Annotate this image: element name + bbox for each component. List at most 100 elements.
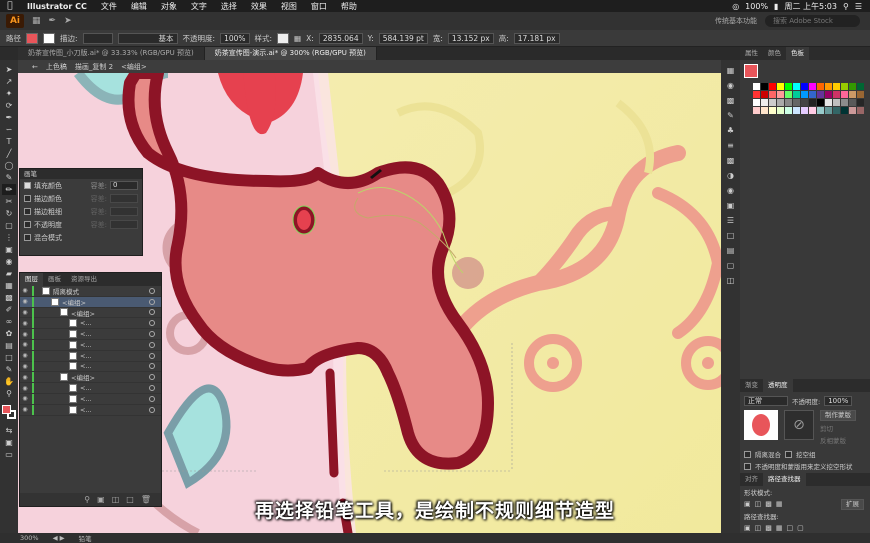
- swatch[interactable]: [833, 99, 840, 106]
- blend-mode-dropdown[interactable]: 正常: [744, 396, 788, 406]
- swatch[interactable]: [817, 83, 824, 90]
- swatch[interactable]: [849, 83, 856, 90]
- symbol-sprayer-tool-icon[interactable]: ✿: [2, 328, 16, 339]
- menu-list-icon[interactable]: ☰: [855, 2, 862, 11]
- swatch[interactable]: [801, 91, 808, 98]
- search-icon[interactable]: ⚲: [843, 2, 849, 11]
- opacity-mask-checkbox[interactable]: [744, 462, 751, 470]
- fill-box[interactable]: [2, 405, 11, 414]
- minus-back-icon[interactable]: ▢: [797, 524, 804, 532]
- divide-icon[interactable]: ▣: [744, 524, 751, 532]
- stock-search-input[interactable]: 搜索 Adobe Stock: [765, 15, 860, 27]
- menu-edit[interactable]: 编辑: [124, 1, 154, 12]
- target-circle-icon[interactable]: [149, 287, 155, 294]
- swatch[interactable]: [793, 99, 800, 106]
- layers-icon[interactable]: ☰: [727, 216, 734, 228]
- knockout-checkbox[interactable]: [785, 450, 792, 458]
- paintbrush-tool-icon[interactable]: ✎: [2, 172, 16, 183]
- x-field[interactable]: 2835.064: [318, 32, 363, 44]
- layer-row[interactable]: ◉ <...: [20, 339, 161, 351]
- layer-name[interactable]: <...: [80, 406, 149, 414]
- exclude-icon[interactable]: ▦: [776, 500, 783, 508]
- visibility-eye-icon[interactable]: ◉: [20, 320, 30, 327]
- layer-row[interactable]: ◉ <...: [20, 361, 161, 373]
- layer-row[interactable]: ◉ <...: [20, 383, 161, 394]
- clipping-mask-icon[interactable]: ▣: [97, 495, 105, 504]
- intersect-icon[interactable]: ▩: [765, 500, 772, 508]
- swatch[interactable]: [785, 83, 792, 90]
- layer-row[interactable]: ◉ <...: [20, 393, 161, 405]
- pen-tool-icon[interactable]: ✒: [2, 112, 16, 123]
- apple-icon[interactable]: : [0, 1, 20, 11]
- swatch[interactable]: [761, 91, 768, 98]
- screen-mode-icon[interactable]: ▭: [2, 449, 16, 460]
- breadcrumb-current[interactable]: <编组>: [121, 62, 147, 72]
- swatch[interactable]: [849, 91, 856, 98]
- swatch[interactable]: [809, 99, 816, 106]
- hand-tool-icon[interactable]: ✋: [2, 376, 16, 387]
- target-circle-icon[interactable]: [149, 331, 155, 338]
- fill-stroke-control[interactable]: [1, 404, 17, 424]
- swatch[interactable]: [801, 99, 808, 106]
- stroke-color-checkbox[interactable]: [24, 195, 31, 202]
- swatch[interactable]: [809, 107, 816, 114]
- line-tool-icon[interactable]: ╱: [2, 148, 16, 159]
- tab-properties[interactable]: 属性: [740, 47, 763, 60]
- height-field[interactable]: 17.181 px: [513, 32, 560, 44]
- send-icon[interactable]: ➤: [64, 16, 72, 26]
- magic-wand-tool-icon[interactable]: ✦: [2, 88, 16, 99]
- ellipse-tool-icon[interactable]: ◯: [2, 160, 16, 171]
- curvature-tool-icon[interactable]: ∽: [2, 124, 16, 135]
- crop-icon[interactable]: ▦: [776, 524, 783, 532]
- transform-icon[interactable]: ▢: [727, 261, 735, 273]
- back-arrow-icon[interactable]: ←: [32, 63, 38, 71]
- menu-view[interactable]: 视图: [274, 1, 304, 12]
- opacity-tolerance-field[interactable]: [110, 220, 138, 229]
- visibility-eye-icon[interactable]: ◉: [20, 406, 30, 413]
- swatches-icon[interactable]: ▩: [727, 96, 735, 108]
- visibility-eye-icon[interactable]: ◉: [20, 374, 30, 381]
- target-circle-icon[interactable]: [149, 395, 155, 402]
- swatch[interactable]: [857, 107, 864, 114]
- color-icon[interactable]: ◉: [727, 81, 734, 93]
- workspace-switcher[interactable]: 传统基本功能: [715, 16, 757, 26]
- layer-row[interactable]: ◉ 隔离模式: [20, 285, 161, 297]
- type-tool-icon[interactable]: T: [2, 136, 16, 147]
- menu-file[interactable]: 文件: [94, 1, 124, 12]
- wifi-icon[interactable]: ◎: [732, 2, 739, 11]
- transparency-thumbnail[interactable]: [744, 410, 778, 440]
- target-circle-icon[interactable]: [149, 385, 155, 392]
- stroke-weight-field[interactable]: [82, 32, 113, 44]
- swatch[interactable]: [809, 91, 816, 98]
- target-circle-icon[interactable]: [149, 374, 155, 381]
- blend-mode-checkbox[interactable]: [24, 234, 31, 241]
- brushes-icon[interactable]: ✎: [727, 111, 734, 123]
- layer-name[interactable]: <编组>: [71, 372, 149, 382]
- visibility-eye-icon[interactable]: ◉: [20, 341, 30, 348]
- swatch[interactable]: [753, 99, 760, 106]
- scissors-tool-icon[interactable]: ✂: [2, 196, 16, 207]
- swatch[interactable]: [769, 91, 776, 98]
- swatch[interactable]: [761, 83, 768, 90]
- swatch[interactable]: [841, 99, 848, 106]
- swatch[interactable]: [793, 107, 800, 114]
- battery-icon[interactable]: ▮: [774, 2, 778, 11]
- zoom-level[interactable]: 300%: [20, 534, 39, 542]
- new-sublayer-icon[interactable]: ◫: [112, 495, 120, 504]
- scale-tool-icon[interactable]: ▢: [2, 220, 16, 231]
- swatch[interactable]: [777, 91, 784, 98]
- layer-name[interactable]: <...: [80, 330, 149, 338]
- visibility-eye-icon[interactable]: ◉: [20, 287, 30, 294]
- make-mask-button[interactable]: 制作蒙版: [820, 410, 856, 421]
- breadcrumb-layer[interactable]: 上色稿: [46, 62, 67, 72]
- free-transform-tool-icon[interactable]: ▣: [2, 244, 16, 255]
- properties-icon[interactable]: ▦: [727, 66, 735, 78]
- layer-row[interactable]: ◉ <编组>: [20, 296, 161, 308]
- trim-icon[interactable]: ◫: [755, 524, 762, 532]
- swatch[interactable]: [849, 107, 856, 114]
- layer-row[interactable]: ◉ <...: [20, 404, 161, 416]
- appearance-icon[interactable]: ◉: [727, 186, 734, 198]
- menu-help[interactable]: 帮助: [334, 1, 364, 12]
- layer-name[interactable]: <...: [80, 319, 149, 327]
- swatch[interactable]: [777, 99, 784, 106]
